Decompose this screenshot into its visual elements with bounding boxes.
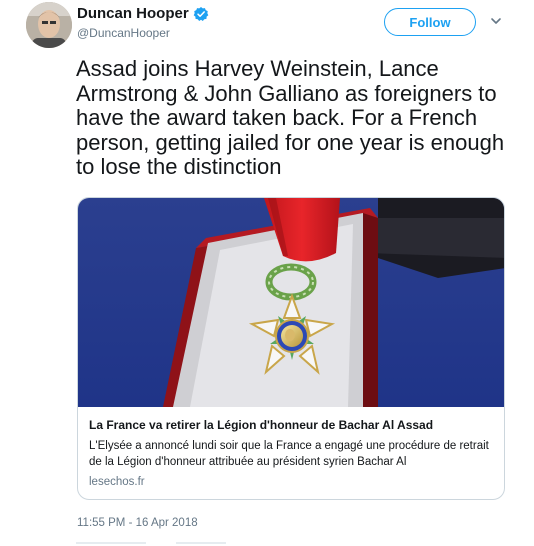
avatar[interactable]	[26, 2, 72, 48]
author-name[interactable]: Duncan Hooper	[77, 5, 189, 22]
verified-badge-icon	[193, 6, 209, 21]
card-title[interactable]: La France va retirer la Légion d'honneur…	[89, 418, 433, 432]
link-card[interactable]: La France va retirer la Légion d'honneur…	[77, 197, 505, 500]
avatar-photo	[26, 2, 72, 48]
action-bar-divider	[76, 542, 226, 544]
chevron-down-icon[interactable]	[489, 14, 503, 28]
card-description: L'Elysée a annoncé lundi soir que la Fra…	[89, 440, 489, 468]
follow-button[interactable]: Follow	[384, 8, 476, 36]
author-name-row[interactable]: Duncan Hooper	[77, 5, 209, 22]
tweet-timestamp[interactable]: 11:55 PM - 16 Apr 2018	[77, 517, 198, 529]
card-domain: lesechos.fr	[89, 476, 145, 488]
tweet-text: Assad joins Harvey Weinstein, Lance Arms…	[76, 56, 505, 179]
author-handle[interactable]: @DuncanHooper	[77, 26, 170, 40]
legion-of-honour-medal-image	[78, 198, 504, 407]
